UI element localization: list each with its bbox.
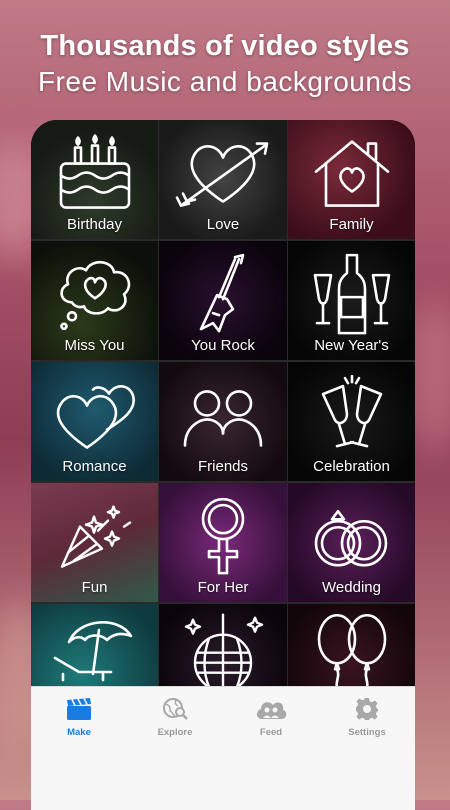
tab-label: Settings bbox=[348, 727, 386, 738]
tile-label: For Her bbox=[197, 579, 249, 596]
tile-label: Miss You bbox=[64, 337, 125, 354]
tile-label: New Year's bbox=[314, 337, 389, 354]
tile-label: Love bbox=[206, 216, 240, 233]
heart-arrow-icon bbox=[175, 141, 269, 207]
category-tile-new-years[interactable]: New Year's bbox=[288, 241, 415, 360]
category-tile-celebration[interactable]: Celebration bbox=[288, 362, 415, 481]
category-grid: Birthday Love Family Miss You You Rock N… bbox=[31, 120, 415, 723]
tab-explore[interactable]: Explore bbox=[127, 697, 223, 738]
tab-feed[interactable]: Feed bbox=[223, 697, 319, 738]
disco-ball-icon bbox=[184, 612, 264, 692]
balloons-icon bbox=[317, 613, 386, 693]
cloud-people-icon bbox=[256, 702, 287, 719]
cake-icon bbox=[59, 133, 130, 209]
tile-label: Family bbox=[329, 216, 374, 233]
party-popper-icon bbox=[60, 504, 131, 568]
guitar-icon bbox=[199, 253, 245, 332]
tab-label: Feed bbox=[259, 727, 283, 738]
tab-label: Explore bbox=[157, 727, 193, 738]
champagne-icon bbox=[313, 253, 390, 334]
tile-label: Fun bbox=[81, 579, 108, 596]
female-symbol-icon bbox=[201, 497, 245, 574]
category-tile-you-rock[interactable]: You Rock bbox=[159, 241, 287, 360]
tab-make[interactable]: Make bbox=[31, 697, 127, 738]
tab-label: Make bbox=[67, 727, 91, 738]
toast-glasses-icon bbox=[321, 374, 382, 447]
app-screen: Birthday Love Family Miss You You Rock N… bbox=[31, 120, 415, 810]
house-heart-icon bbox=[314, 139, 389, 207]
category-tile-birthday[interactable]: Birthday bbox=[31, 120, 158, 239]
category-tile-for-her[interactable]: For Her bbox=[159, 483, 287, 602]
beach-umbrella-icon bbox=[53, 620, 132, 681]
thought-heart-icon bbox=[59, 260, 130, 330]
friends-icon bbox=[183, 389, 263, 447]
tile-label: You Rock bbox=[191, 337, 255, 354]
tile-label: Wedding bbox=[322, 579, 381, 596]
clapperboard-icon bbox=[67, 698, 91, 720]
tile-label: Birthday bbox=[66, 216, 123, 233]
tile-label: Celebration bbox=[313, 458, 390, 475]
category-tile-wedding[interactable]: Wedding bbox=[288, 483, 415, 602]
headline-subtitle: Free Music and backgrounds bbox=[37, 66, 413, 97]
category-tile-family[interactable]: Family bbox=[288, 120, 415, 239]
category-tile-romance[interactable]: Romance bbox=[31, 362, 158, 481]
tile-label: Friends bbox=[197, 458, 249, 475]
category-tile-miss-you[interactable]: Miss You bbox=[31, 241, 158, 360]
tile-label: Romance bbox=[62, 458, 127, 475]
category-tile-love[interactable]: Love bbox=[159, 120, 287, 239]
headline-title: Thousands of video styles bbox=[40, 30, 410, 62]
bottom-tab-bar: Make Explore Feed Settings bbox=[31, 686, 415, 810]
rings-icon bbox=[314, 509, 387, 567]
gear-icon bbox=[356, 698, 378, 720]
category-tile-friends[interactable]: Friends bbox=[159, 362, 287, 481]
category-tile-fun[interactable]: Fun bbox=[31, 483, 158, 602]
two-hearts-icon bbox=[56, 384, 135, 449]
globe-search-icon bbox=[163, 698, 188, 720]
tab-settings[interactable]: Settings bbox=[319, 697, 415, 738]
